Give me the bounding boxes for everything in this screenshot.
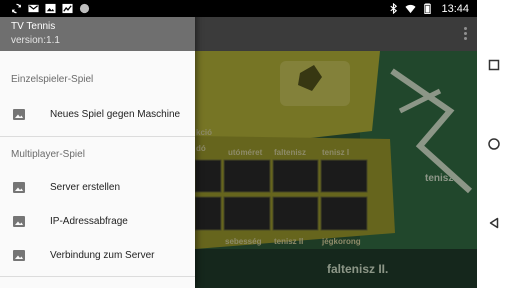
sync-icon	[12, 3, 21, 14]
section-divider	[0, 136, 195, 137]
navigation-drawer: TV Tennis version:1.1 Einzelspieler-Spie…	[0, 0, 195, 288]
image-icon	[13, 249, 25, 261]
menu-item-label: IP-Adressabfrage	[50, 215, 128, 227]
system-nav-bar	[477, 0, 512, 288]
app-version: version:1.1	[11, 35, 60, 46]
status-clock: 13:44	[441, 2, 469, 15]
dot-icon	[79, 3, 90, 14]
menu-item-create-server[interactable]: Server erstellen	[0, 172, 195, 202]
back-button[interactable]	[487, 216, 501, 230]
wifi-icon	[405, 4, 417, 14]
menu-item-label: Verbindung zum Server	[50, 249, 155, 261]
chart-icon	[62, 3, 73, 14]
app-title: TV Tennis	[11, 21, 56, 32]
image-icon	[13, 215, 25, 227]
image-icon	[45, 3, 56, 14]
status-right-icons: 13:44	[388, 3, 469, 15]
status-left-icons	[11, 3, 90, 14]
image-icon	[13, 181, 25, 193]
status-bar: 13:44	[0, 0, 477, 17]
menu-item-new-game-vs-machine[interactable]: Neues Spiel gegen Maschine	[0, 99, 195, 129]
section-label-single-player: Einzelspieler-Spiel	[11, 74, 94, 85]
section-label-multiplayer: Multiplayer-Spiel	[11, 149, 85, 160]
menu-item-label: Neues Spiel gegen Maschine	[50, 108, 181, 120]
recents-button[interactable]	[487, 58, 501, 72]
menu-item-ip-lookup[interactable]: IP-Adressabfrage	[0, 206, 195, 236]
battery-icon	[424, 3, 432, 14]
gmail-icon	[28, 4, 39, 13]
section-divider	[0, 276, 195, 277]
image-icon	[13, 108, 25, 120]
home-button[interactable]	[487, 137, 501, 151]
menu-item-label: Server erstellen	[50, 181, 121, 193]
bluetooth-icon	[390, 3, 398, 14]
menu-item-connect-server[interactable]: Verbindung zum Server	[0, 240, 195, 270]
